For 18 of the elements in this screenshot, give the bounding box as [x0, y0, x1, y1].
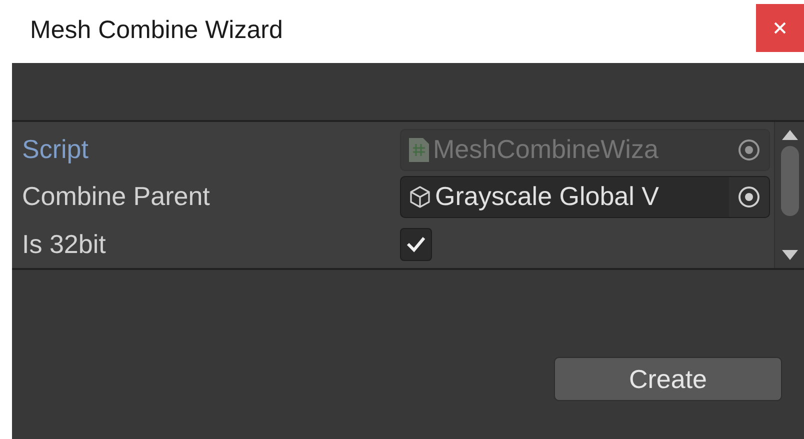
script-file-icon: [409, 138, 429, 162]
scroll-thumb[interactable]: [780, 146, 798, 216]
create-button[interactable]: Create: [554, 357, 782, 401]
scrollbar[interactable]: [774, 122, 804, 268]
object-value: Grayscale Global V: [435, 180, 660, 214]
target-icon[interactable]: [737, 184, 761, 209]
field-label: Is 32bit: [21, 228, 107, 261]
checkbox[interactable]: [400, 228, 432, 261]
close-icon: [773, 21, 787, 35]
field-label: Script: [21, 133, 90, 166]
cube-icon: [409, 184, 431, 209]
field-label: Combine Parent: [21, 180, 211, 214]
window-title: Mesh Combine Wizard: [30, 15, 283, 46]
checkmark-icon: [406, 235, 426, 254]
scroll-up-icon[interactable]: [782, 130, 798, 140]
object-value: MeshCombineWiza: [433, 133, 660, 166]
scroll-down-icon[interactable]: [782, 250, 798, 260]
object-field[interactable]: Grayscale Global V: [400, 176, 770, 218]
